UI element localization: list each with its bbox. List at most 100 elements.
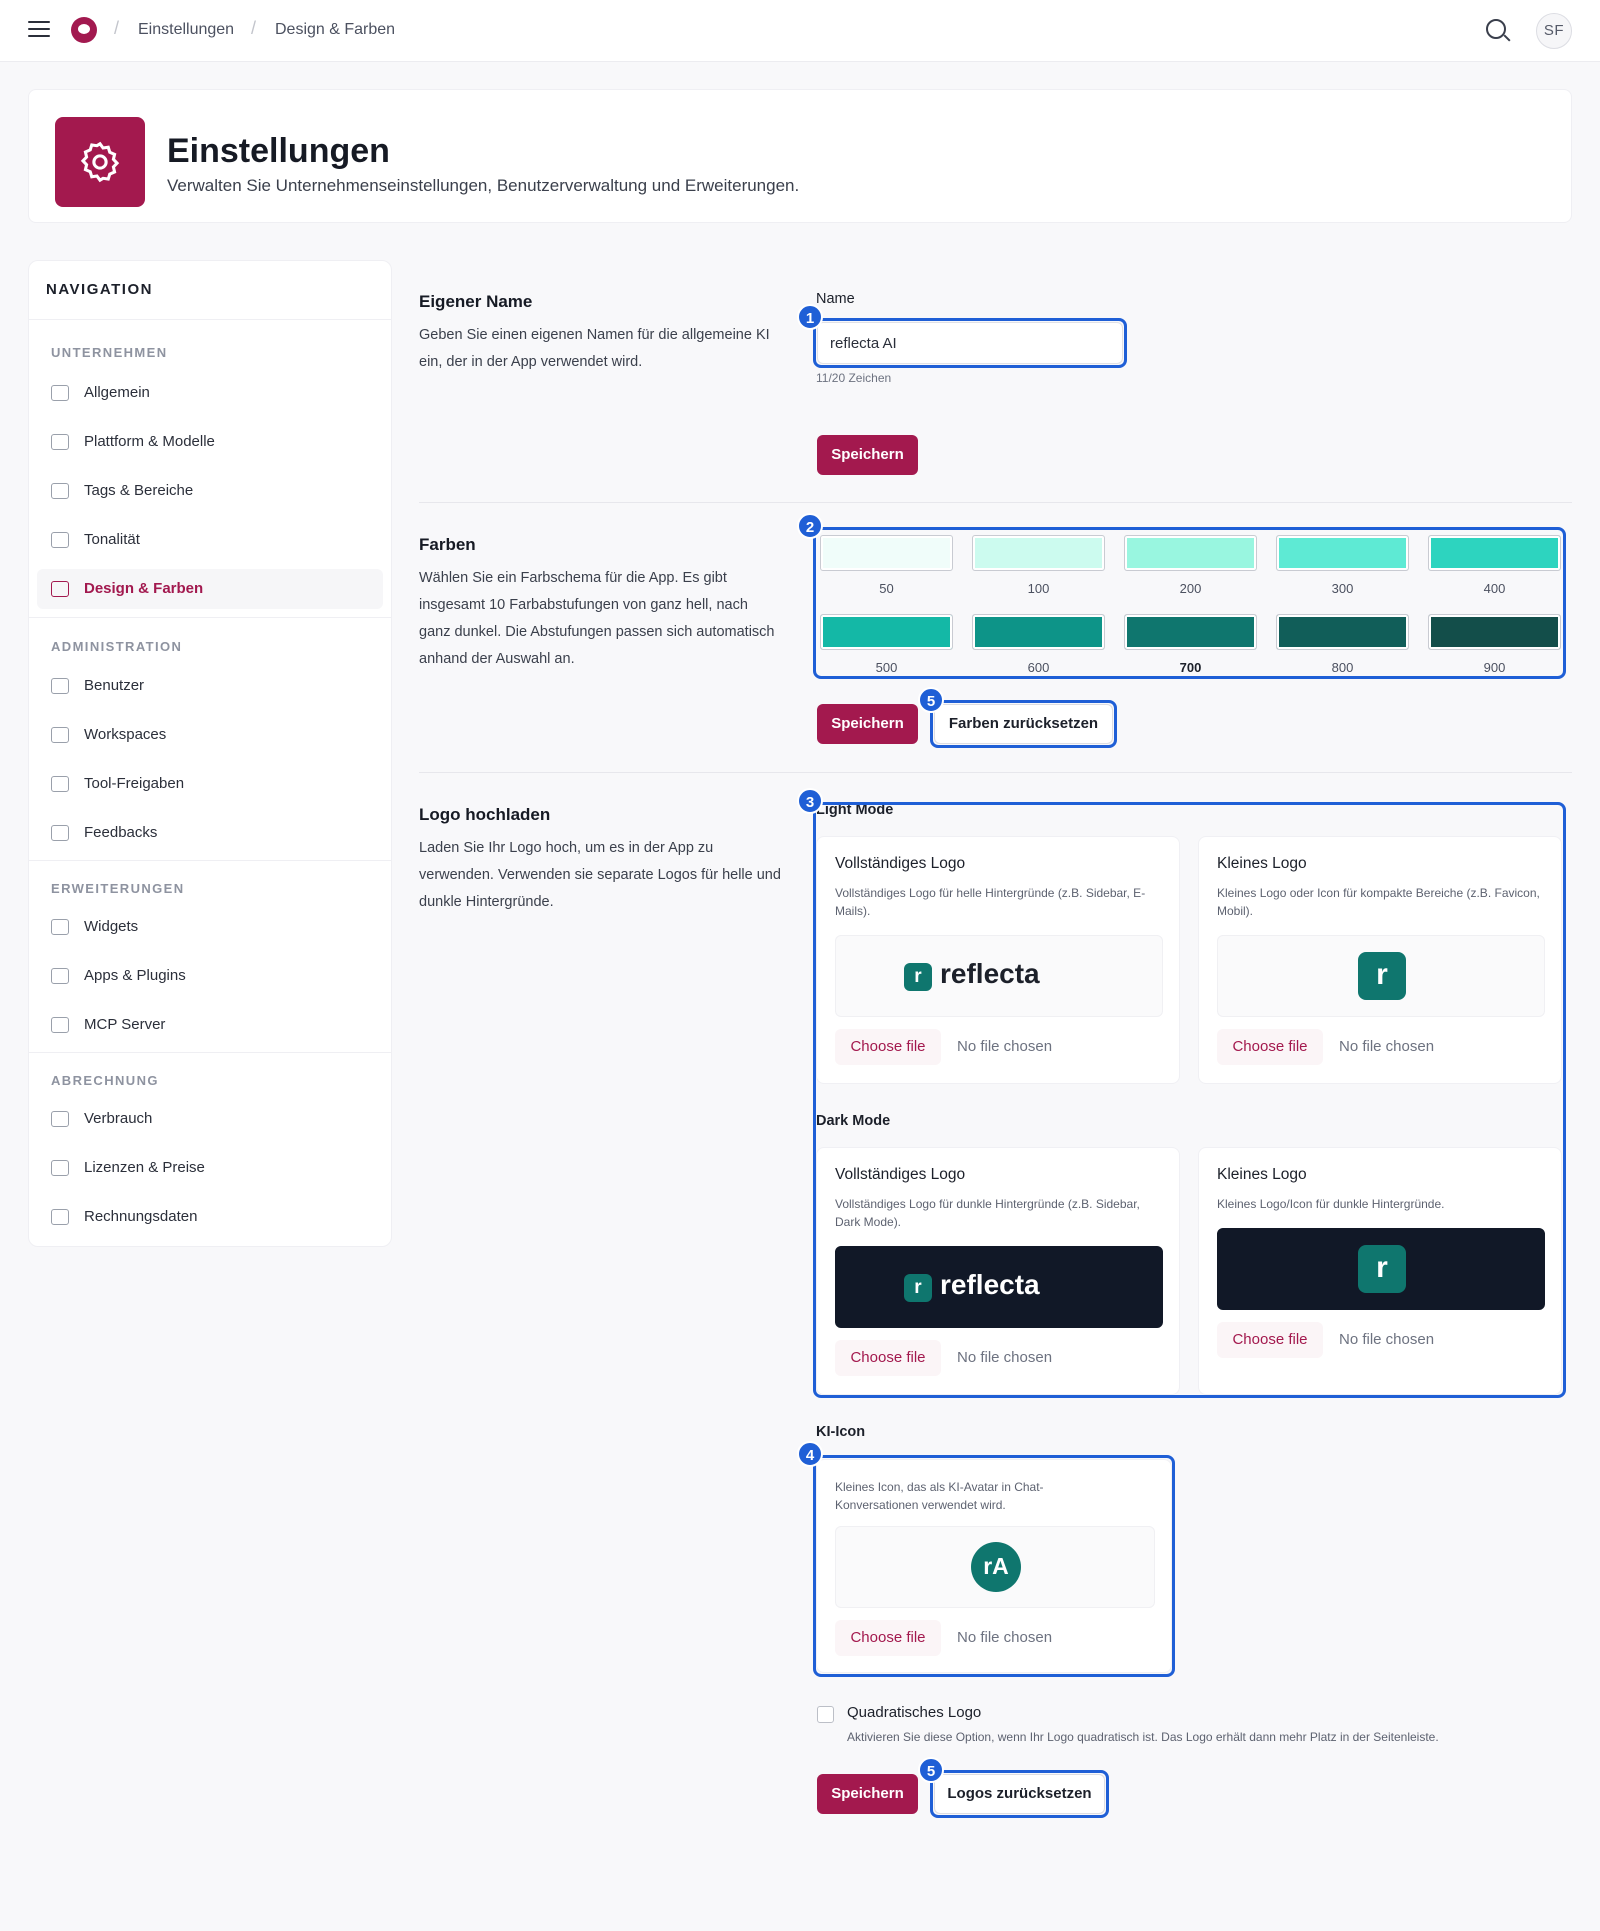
logo-preview-dark-full: r reflecta <box>835 1246 1163 1328</box>
nav-item-label: Widgets <box>84 918 139 935</box>
square-logo-description: Aktivieren Sie diese Option, wenn Ihr Lo… <box>847 1730 1439 1744</box>
reset-logos-button[interactable]: Logos zurücksetzen <box>934 1774 1105 1814</box>
colors-section-title: Farben <box>419 535 476 554</box>
search-icon[interactable] <box>1486 19 1506 39</box>
app-logo-icon[interactable] <box>71 17 97 43</box>
widget-icon <box>51 919 69 935</box>
nav-item-tonalitaet[interactable]: Tonalität <box>37 520 383 560</box>
no-file-text: No file chosen <box>957 1038 1053 1055</box>
annotation-badge-3: 3 <box>797 788 823 814</box>
shield-check-icon <box>51 776 69 792</box>
nav-item-label: MCP Server <box>84 1016 166 1033</box>
save-name-button[interactable]: Speichern <box>817 435 918 475</box>
nav-item-label: Allgemein <box>84 384 150 401</box>
breadcrumb-einstellungen[interactable]: Einstellungen <box>138 21 234 39</box>
square-logo-label[interactable]: Quadratisches Logo <box>847 1704 981 1721</box>
color-swatch-200[interactable] <box>1124 535 1257 571</box>
section-divider <box>419 772 1572 773</box>
nav-item-label: Rechnungsdaten <box>84 1208 198 1225</box>
name-input[interactable] <box>817 322 1123 364</box>
nav-item-design-farben[interactable]: Design & Farben <box>37 569 383 609</box>
logo-preview-light-full: r reflecta <box>835 935 1163 1017</box>
small-logo-badge: r <box>1358 1245 1406 1293</box>
palette-icon <box>51 581 69 597</box>
choose-file-button[interactable]: Choose file <box>835 1620 941 1656</box>
colors-section-description: Wählen Sie ein Farbschema für die App. E… <box>419 570 775 667</box>
color-swatch-600[interactable] <box>972 614 1105 650</box>
name-field-label: Name <box>816 291 855 307</box>
color-swatch-400[interactable] <box>1428 535 1561 571</box>
dark-small-logo-card: Kleines Logo Kleines Logo/Icon für dunkl… <box>1198 1147 1562 1395</box>
message-icon <box>51 825 69 841</box>
nav-item-tool-freigaben[interactable]: Tool-Freigaben <box>37 764 383 804</box>
nav-item-feedbacks[interactable]: Feedbacks <box>37 813 383 853</box>
annotation-badge-4: 4 <box>797 1441 823 1467</box>
page-subtitle: Verwalten Sie Unternehmenseinstellungen,… <box>167 176 800 195</box>
swatch-label: 700 <box>1179 660 1202 675</box>
nav-item-plattform-modelle[interactable]: Plattform & Modelle <box>37 422 383 462</box>
reset-colors-button[interactable]: Farben zurücksetzen <box>934 704 1113 744</box>
nav-item-label: Lizenzen & Preise <box>84 1159 205 1176</box>
color-swatch-500[interactable] <box>820 614 953 650</box>
ki-icon-preview: rA <box>835 1526 1155 1608</box>
hamburger-menu-icon[interactable] <box>28 21 50 39</box>
choose-file-button[interactable]: Choose file <box>1217 1029 1323 1065</box>
card-description: Vollständiges Logo für dunkle Hintergrün… <box>835 1197 1140 1229</box>
square-logo-checkbox[interactable] <box>817 1706 834 1723</box>
flask-icon <box>51 532 69 548</box>
nav-item-widgets[interactable]: Widgets <box>37 907 383 947</box>
ki-avatar-icon: rA <box>971 1542 1021 1592</box>
nav-item-tags-bereiche[interactable]: Tags & Bereiche <box>37 471 383 511</box>
page-header-card: Einstellungen Verwalten Sie Unternehmens… <box>28 89 1572 223</box>
card-description: Kleines Logo/Icon für dunkle Hintergründ… <box>1217 1197 1445 1211</box>
color-swatch-700[interactable] <box>1124 614 1257 650</box>
nav-item-label: Apps & Plugins <box>84 967 186 984</box>
nav-section-erweiterungen: ERWEITERUNGEN <box>51 881 185 896</box>
nav-item-mcp-server[interactable]: MCP Server <box>37 1005 383 1045</box>
nav-item-label: Tags & Bereiche <box>84 482 194 499</box>
color-swatch-300[interactable] <box>1276 535 1409 571</box>
breadcrumb-separator: / <box>114 18 120 38</box>
nav-item-apps-plugins[interactable]: Apps & Plugins <box>37 956 383 996</box>
no-file-text: No file chosen <box>957 1349 1053 1366</box>
save-colors-button[interactable]: Speichern <box>817 704 918 744</box>
link-icon <box>51 1017 69 1033</box>
no-file-text: No file chosen <box>1339 1331 1435 1348</box>
swatch-label: 200 <box>1179 581 1202 596</box>
color-swatch-100[interactable] <box>972 535 1105 571</box>
annotation-badge-1: 1 <box>797 304 823 330</box>
color-swatch-50[interactable] <box>820 535 953 571</box>
logo-preview-dark-small: r <box>1217 1228 1545 1310</box>
divider <box>29 617 391 618</box>
choose-file-button[interactable]: Choose file <box>1217 1322 1323 1358</box>
choose-file-button[interactable]: Choose file <box>835 1029 941 1065</box>
color-swatch-900[interactable] <box>1428 614 1561 650</box>
choose-file-button[interactable]: Choose file <box>835 1340 941 1376</box>
save-logos-button[interactable]: Speichern <box>817 1774 918 1814</box>
nav-item-lizenzen-preise[interactable]: Lizenzen & Preise <box>37 1148 383 1188</box>
nav-item-label: Tool-Freigaben <box>84 775 185 792</box>
breadcrumb-design-farben[interactable]: Design & Farben <box>275 21 395 39</box>
user-avatar[interactable]: SF <box>1536 13 1572 49</box>
nav-section-administration: ADMINISTRATION <box>51 639 183 654</box>
wordmark-badge: r <box>904 963 932 991</box>
swatch-label: 400 <box>1483 581 1506 596</box>
wordmark-text: reflecta <box>940 1269 1040 1300</box>
building-icon <box>51 385 69 401</box>
card-description: Kleines Logo oder Icon für kompakte Bere… <box>1217 886 1540 918</box>
swatch-label: 50 <box>879 581 894 596</box>
nav-item-verbrauch[interactable]: Verbrauch <box>37 1099 383 1139</box>
card-title: Kleines Logo <box>1217 855 1307 872</box>
nav-item-allgemein[interactable]: Allgemein <box>37 373 383 413</box>
ki-icon-card: Kleines Icon, das als KI-Avatar in Chat-… <box>816 1459 1172 1673</box>
nav-item-benutzer[interactable]: Benutzer <box>37 666 383 706</box>
nav-item-rechnungsdaten[interactable]: Rechnungsdaten <box>37 1197 383 1237</box>
nav-item-label: Plattform & Modelle <box>84 433 215 450</box>
tag-icon <box>51 483 69 499</box>
wordmark-badge: r <box>904 1274 932 1302</box>
nav-item-label: Design & Farben <box>84 580 204 597</box>
nav-item-label: Feedbacks <box>84 824 158 841</box>
nav-item-workspaces[interactable]: Workspaces <box>37 715 383 755</box>
settings-navigation: NAVIGATION UNTERNEHMEN Allgemein Plattfo… <box>28 260 392 1247</box>
color-swatch-800[interactable] <box>1276 614 1409 650</box>
